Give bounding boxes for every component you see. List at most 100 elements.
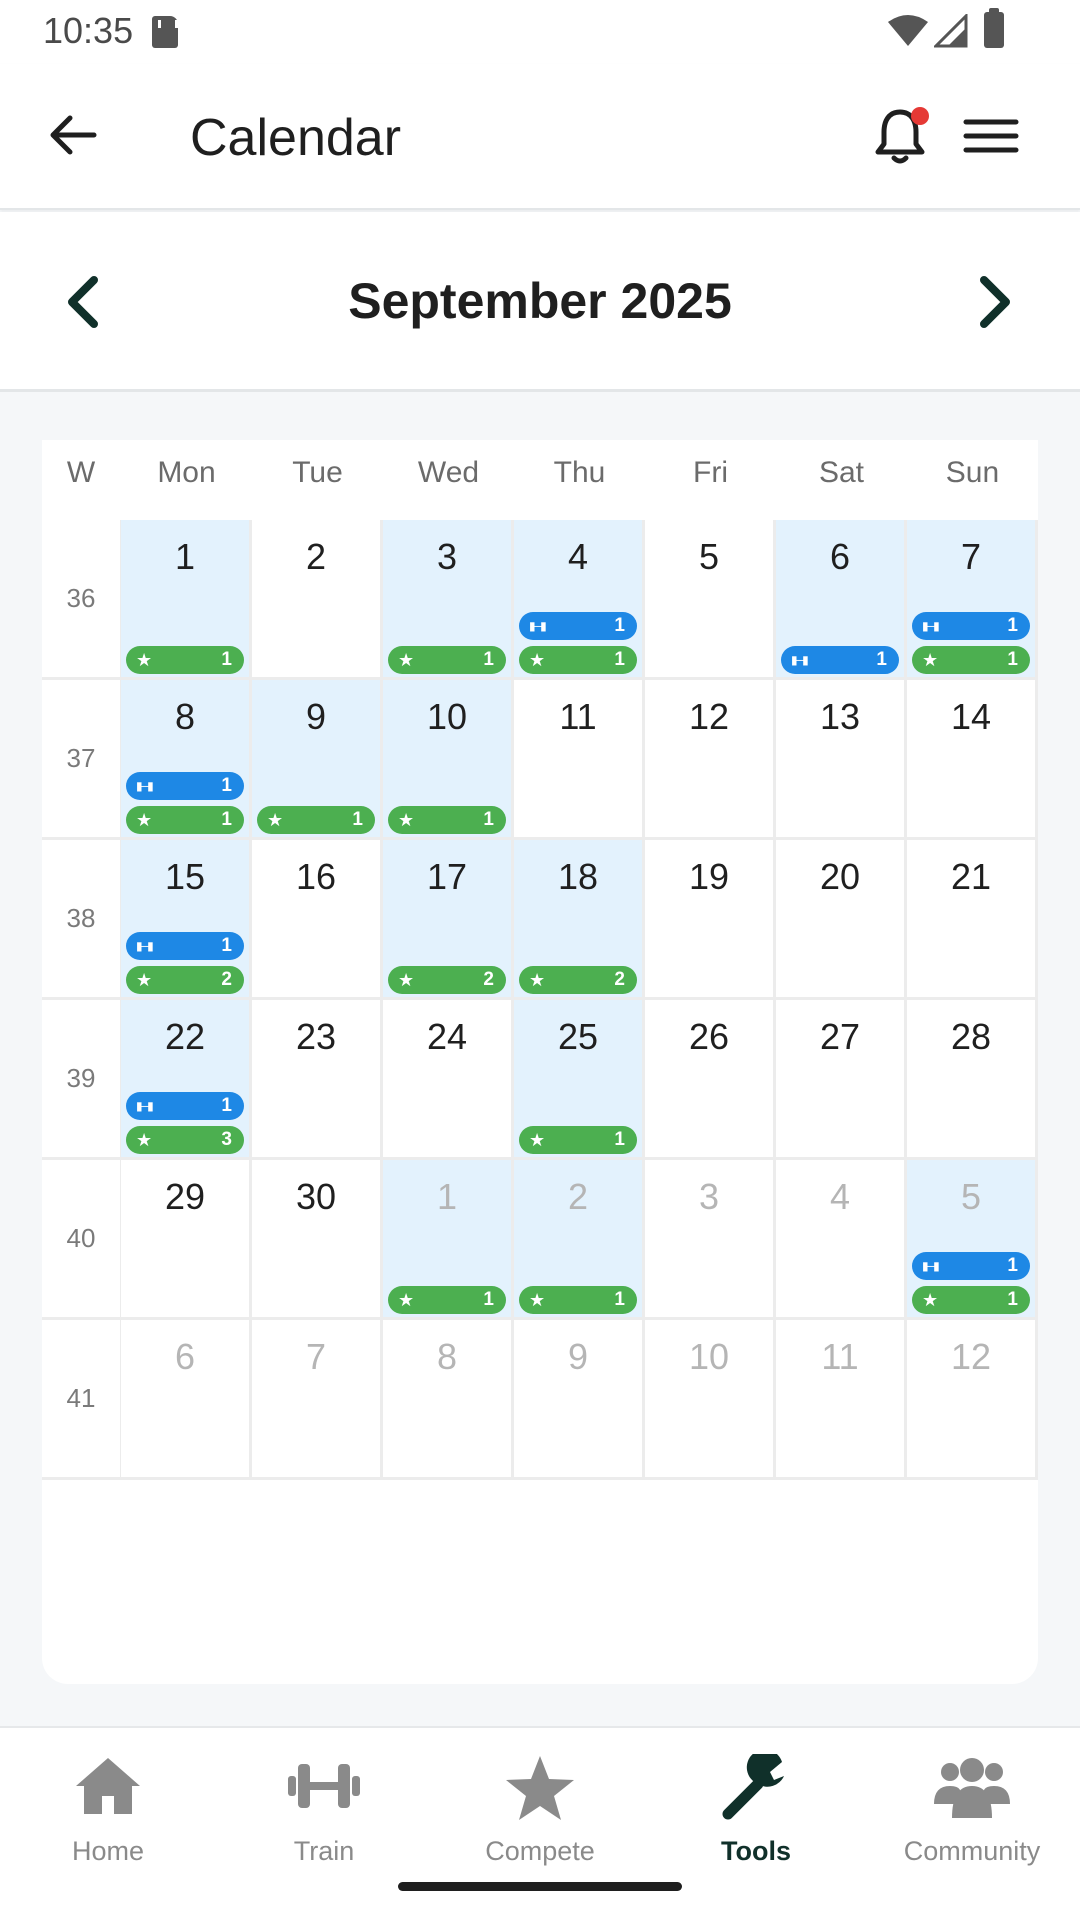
- badge-count: 1: [221, 935, 232, 956]
- training-count-badge: ▮─▮ 1: [519, 612, 637, 640]
- day-cell[interactable]: 22 ▮─▮ 1 ★ 3: [121, 1000, 252, 1160]
- day-number: 26: [688, 1016, 730, 1057]
- day-number: 22: [164, 1016, 206, 1057]
- day-cell[interactable]: 8 ▮─▮ 1 ★ 1: [121, 680, 252, 840]
- nav-train[interactable]: Train: [216, 1754, 432, 1884]
- day-cell[interactable]: 4: [776, 1160, 907, 1320]
- day-cell[interactable]: 3: [645, 1160, 776, 1320]
- day-number: 11: [559, 696, 597, 737]
- day-cell[interactable]: 18 ★ 2: [514, 840, 645, 1000]
- day-cell[interactable]: 11: [776, 1320, 907, 1480]
- nav-community[interactable]: Community: [864, 1754, 1080, 1884]
- day-cell[interactable]: 24: [383, 1000, 514, 1160]
- competition-count-badge: ★ 2: [126, 966, 244, 994]
- competition-count-badge: ★ 1: [519, 1286, 637, 1314]
- star-icon: ★: [136, 970, 153, 990]
- star-icon: ★: [398, 970, 415, 990]
- nav-home[interactable]: Home: [0, 1754, 216, 1884]
- weekday-label: Tue: [292, 456, 343, 489]
- weekday-label: Thu: [553, 456, 606, 489]
- next-month-chevron-icon[interactable]: [970, 272, 1020, 332]
- competition-count-badge: ★ 1: [126, 646, 244, 674]
- day-number: 4: [567, 536, 589, 577]
- day-cell[interactable]: 7: [252, 1320, 383, 1480]
- day-cell[interactable]: 7 ▮─▮ 1 ★ 1: [907, 520, 1038, 680]
- signal-icon: [934, 14, 968, 48]
- day-cell[interactable]: 16: [252, 840, 383, 1000]
- nav-label: Home: [71, 1836, 145, 1866]
- day-cell[interactable]: 5: [645, 520, 776, 680]
- day-cell[interactable]: 8: [383, 1320, 514, 1480]
- day-cell[interactable]: 11: [514, 680, 645, 840]
- day-cell[interactable]: 29: [121, 1160, 252, 1320]
- day-cell[interactable]: 12: [907, 1320, 1038, 1480]
- day-cell[interactable]: 12: [645, 680, 776, 840]
- dumbbell-icon: ▮─▮: [922, 1259, 940, 1273]
- day-cell[interactable]: 14: [907, 680, 1038, 840]
- dumbbell-icon: ▮─▮: [136, 939, 154, 953]
- day-number: 10: [426, 696, 468, 737]
- day-number: 6: [829, 536, 851, 577]
- day-number: 12: [950, 1336, 992, 1377]
- notification-bell-icon[interactable]: [870, 104, 934, 168]
- nav-compete[interactable]: Compete: [432, 1754, 648, 1884]
- day-number: 14: [950, 696, 992, 737]
- day-cell[interactable]: 3 ★ 1: [383, 520, 514, 680]
- home-indicator[interactable]: [398, 1882, 682, 1891]
- badge-count: 3: [221, 1129, 232, 1150]
- day-cell[interactable]: 17 ★ 2: [383, 840, 514, 1000]
- star-icon: ★: [922, 1290, 939, 1310]
- weekday-label: Mon: [157, 456, 216, 489]
- badge-count: 2: [483, 969, 494, 990]
- day-cell[interactable]: 15 ▮─▮ 1 ★ 2: [121, 840, 252, 1000]
- back-arrow-icon[interactable]: [44, 106, 102, 164]
- day-cell[interactable]: 23: [252, 1000, 383, 1160]
- day-cell[interactable]: 20: [776, 840, 907, 1000]
- day-cell[interactable]: 28: [907, 1000, 1038, 1160]
- star-icon: ★: [267, 810, 284, 830]
- week-column-header: W: [66, 456, 96, 489]
- competition-count-badge: ★ 1: [388, 1286, 506, 1314]
- day-number: 18: [557, 856, 599, 897]
- week-number: 38: [42, 840, 121, 1000]
- star-icon: ★: [398, 1290, 415, 1310]
- day-cell[interactable]: 13: [776, 680, 907, 840]
- day-number: 9: [305, 696, 327, 737]
- training-count-badge: ▮─▮ 1: [781, 646, 899, 674]
- day-cell[interactable]: 6: [121, 1320, 252, 1480]
- day-cell[interactable]: 30: [252, 1160, 383, 1320]
- day-cell[interactable]: 2: [252, 520, 383, 680]
- day-cell[interactable]: 5 ▮─▮ 1 ★ 1: [907, 1160, 1038, 1320]
- nav-label: Compete: [485, 1836, 595, 1866]
- day-cell[interactable]: 10: [645, 1320, 776, 1480]
- day-number: 1: [436, 1176, 458, 1217]
- day-cell[interactable]: 2 ★ 1: [514, 1160, 645, 1320]
- training-count-badge: ▮─▮ 1: [912, 612, 1030, 640]
- week-row: 37 8 ▮─▮ 1 ★ 1 9 ★ 1 10 ★ 1 11 12 13 14: [42, 680, 1038, 840]
- day-number: 21: [950, 856, 992, 897]
- day-cell[interactable]: 9 ★ 1: [252, 680, 383, 840]
- day-cell[interactable]: 6 ▮─▮ 1: [776, 520, 907, 680]
- day-cell[interactable]: 19: [645, 840, 776, 1000]
- day-cell[interactable]: 1 ★ 1: [383, 1160, 514, 1320]
- nav-tools[interactable]: Tools: [648, 1754, 864, 1884]
- day-cell[interactable]: 21: [907, 840, 1038, 1000]
- day-number: 3: [436, 536, 458, 577]
- day-cell[interactable]: 27: [776, 1000, 907, 1160]
- day-cell[interactable]: 9: [514, 1320, 645, 1480]
- day-number: 2: [567, 1176, 589, 1217]
- day-cell[interactable]: 10 ★ 1: [383, 680, 514, 840]
- hamburger-menu-icon[interactable]: [960, 110, 1022, 162]
- day-number: 5: [960, 1176, 982, 1217]
- week-row: 39 22 ▮─▮ 1 ★ 3 23 24 25 ★ 1 26 27 28: [42, 1000, 1038, 1160]
- day-number: 2: [305, 536, 327, 577]
- week-number: 36: [42, 520, 121, 680]
- day-cell[interactable]: 4 ▮─▮ 1 ★ 1: [514, 520, 645, 680]
- day-cell[interactable]: 25 ★ 1: [514, 1000, 645, 1160]
- day-cell[interactable]: 26: [645, 1000, 776, 1160]
- training-count-badge: ▮─▮ 1: [912, 1252, 1030, 1280]
- weekday-label: Sat: [818, 456, 865, 489]
- badge-count: 1: [1007, 615, 1018, 636]
- competition-count-badge: ★ 2: [519, 966, 637, 994]
- day-cell[interactable]: 1 ★ 1: [121, 520, 252, 680]
